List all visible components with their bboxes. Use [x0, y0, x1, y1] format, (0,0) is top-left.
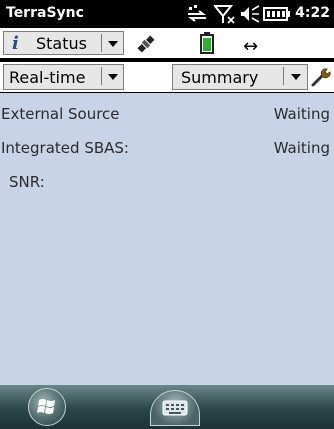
no-signal-icon[interactable]	[214, 4, 236, 24]
status-menu-label: Status	[36, 34, 87, 53]
wrench-icon[interactable]	[310, 66, 332, 88]
summary-panel: External Source Waiting Integrated SBAS:…	[0, 93, 334, 385]
field-label: SNR:	[9, 173, 45, 191]
keyboard-button[interactable]	[150, 390, 200, 426]
windows-start-icon	[37, 399, 55, 414]
start-button[interactable]	[28, 388, 66, 426]
dropdown-divider	[283, 67, 284, 85]
keyboard-icon	[162, 400, 188, 416]
status-menu-button[interactable]: i Status	[3, 31, 124, 55]
info-icon: i	[12, 33, 19, 54]
chevron-down-icon[interactable]	[108, 74, 118, 80]
volume-icon[interactable]	[240, 4, 260, 24]
summary-dropdown[interactable]: Summary	[172, 64, 308, 90]
battery-full-icon[interactable]	[263, 4, 291, 24]
battery-icon[interactable]	[200, 32, 214, 54]
field-label: External Source	[1, 105, 120, 123]
chevron-down-icon[interactable]	[291, 74, 301, 80]
satellite-icon[interactable]	[136, 34, 156, 54]
realtime-dropdown-label: Real-time	[9, 68, 86, 87]
horizontal-arrows-icon[interactable]: ↔	[243, 36, 258, 57]
field-value: Waiting	[273, 105, 330, 123]
summary-dropdown-label: Summary	[181, 68, 259, 87]
field-value: Waiting	[273, 139, 330, 157]
chevron-down-icon[interactable]	[108, 41, 118, 47]
network-sync-icon[interactable]	[186, 4, 208, 24]
dropdown-divider	[101, 67, 102, 85]
realtime-dropdown[interactable]: Real-time	[3, 64, 124, 90]
clock[interactable]: 4:22	[295, 5, 330, 21]
taskbar	[0, 385, 334, 429]
view-bar: Real-time Summary	[0, 62, 334, 92]
app-toolbar: i Status ↔	[0, 28, 334, 58]
field-label: Integrated SBAS:	[1, 139, 129, 157]
system-status-bar: TerraSync 4:22	[0, 0, 334, 28]
app-title: TerraSync	[6, 5, 84, 21]
dropdown-divider	[101, 34, 102, 52]
